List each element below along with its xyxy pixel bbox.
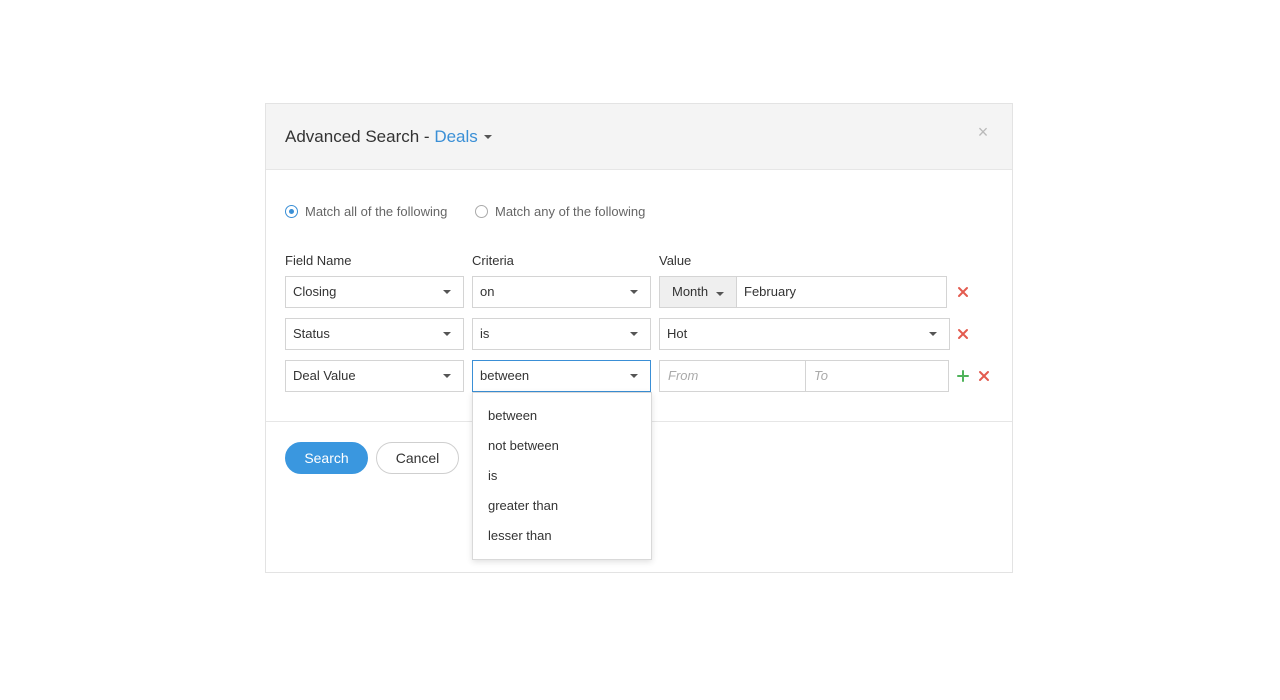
range-from-input[interactable]: From [660,361,806,391]
value-select-value: Hot [667,326,688,341]
dropdown-option-label: greater than [488,498,559,513]
month-unit-selector[interactable]: Month [660,277,737,307]
range-value-input: From To [659,360,949,392]
field-select-value: Status [293,326,330,341]
chevron-down-icon [716,292,724,296]
close-icon[interactable]: × [974,123,992,141]
match-any-radio[interactable]: Match any of the following [475,202,645,220]
dropdown-option-label: not between [488,438,559,453]
criteria-select-is[interactable]: is [472,318,651,350]
remove-row-icon[interactable] [956,327,970,341]
dialog-title: Advanced Search - Deals [285,127,492,147]
criteria-dropdown-menu: between not between is greater than less… [472,392,652,560]
dropdown-option-label: between [488,408,538,423]
chevron-down-icon [443,374,451,378]
criteria-header: Criteria [472,253,514,268]
field-select-deal-value[interactable]: Deal Value [285,360,464,392]
dialog-title-text: Advanced Search - [285,127,435,146]
module-selector[interactable]: Deals [434,127,492,146]
dropdown-option-label: lesser than [488,528,552,543]
range-from-placeholder: From [668,368,699,383]
field-select-status[interactable]: Status [285,318,464,350]
dropdown-option-lesser-than[interactable]: lesser than [473,521,651,551]
chevron-down-icon [929,332,937,336]
criteria-select-on[interactable]: on [472,276,651,308]
plus-icon[interactable] [956,369,970,383]
value-header: Value [659,253,692,268]
module-name: Deals [434,127,478,146]
remove-row-icon[interactable] [977,369,991,383]
search-button[interactable]: Search [285,442,368,474]
dropdown-option-not-between[interactable]: not between [473,431,651,461]
month-value-input: Month February [659,276,947,308]
range-to-input[interactable]: To [806,361,948,391]
field-select-value: Closing [293,284,337,299]
chevron-down-icon [630,290,638,294]
chevron-down-icon [443,290,451,294]
field-select-value: Deal Value [293,368,356,383]
value-select-status[interactable]: Hot [659,318,950,350]
month-value-text[interactable]: February [744,277,796,307]
chevron-down-icon [630,332,638,336]
dropdown-option-is[interactable]: is [473,461,651,491]
range-to-placeholder: To [814,368,828,383]
dropdown-option-label: is [488,468,498,483]
radio-unchecked-icon [475,204,488,218]
chevron-down-icon [443,332,451,336]
criteria-select-between[interactable]: between [472,360,651,392]
dropdown-option-between[interactable]: between [473,401,651,431]
month-unit-label: Month [672,284,709,299]
criteria-select-value: on [480,284,495,299]
chevron-down-icon [483,134,492,139]
match-all-radio[interactable]: Match all of the following [285,202,447,220]
match-all-label: Match all of the following [305,203,448,219]
dropdown-option-greater-than[interactable]: greater than [473,491,651,521]
cancel-button[interactable]: Cancel [376,442,459,474]
field-select-closing[interactable]: Closing [285,276,464,308]
page: Advanced Search - Deals × Match all of t… [0,0,1280,700]
criteria-select-value: is [480,326,490,341]
match-any-label: Match any of the following [495,203,646,219]
radio-checked-icon [285,204,298,218]
remove-row-icon[interactable] [956,285,970,299]
chevron-down-icon [630,374,638,378]
dialog-header: Advanced Search - Deals × [266,104,1012,170]
field-name-header: Field Name [285,253,352,268]
criteria-select-value: between [480,368,530,383]
